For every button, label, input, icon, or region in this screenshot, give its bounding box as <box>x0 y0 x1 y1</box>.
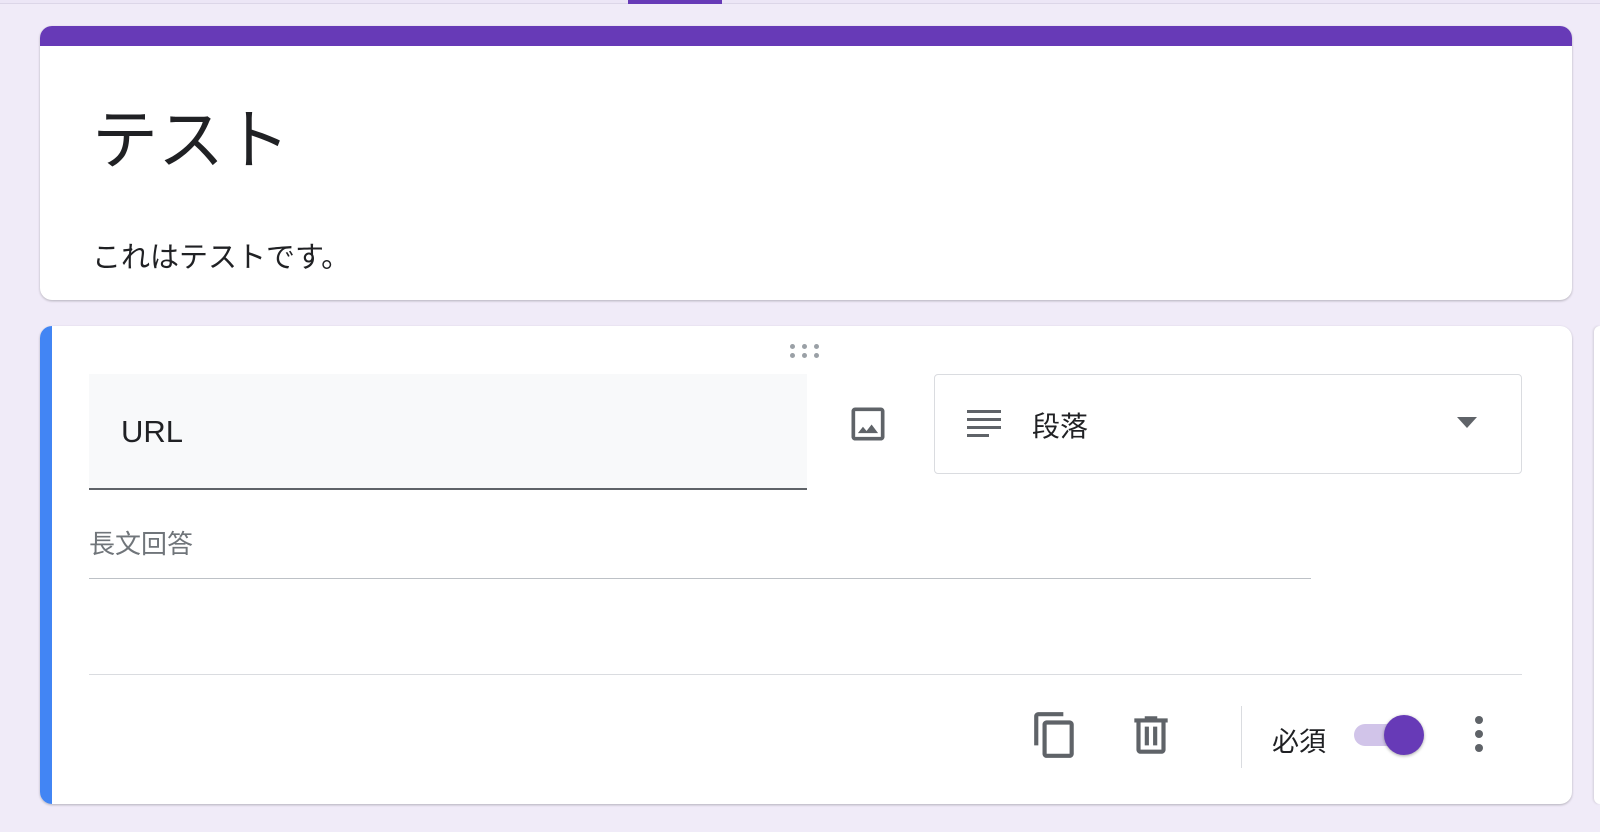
question-type-label: 段落 <box>1032 410 1089 443</box>
form-description[interactable]: これはテストです。 <box>92 234 350 276</box>
toggle-thumb <box>1384 715 1424 755</box>
trash-icon <box>1126 710 1176 760</box>
form-title[interactable]: テスト <box>92 108 290 174</box>
adjacent-toolbar-edge <box>1594 326 1600 804</box>
required-toggle[interactable] <box>1352 710 1432 760</box>
question-type-dropdown[interactable]: 段落 <box>934 374 1522 474</box>
more-options-button[interactable] <box>1464 710 1494 760</box>
long-answer-placeholder: 長文回答 <box>89 530 194 560</box>
theme-accent-bar <box>40 26 1572 46</box>
top-divider <box>0 0 1600 4</box>
question-card[interactable]: 段落 長文回答 必須 <box>40 326 1572 804</box>
footer-vertical-divider <box>1241 706 1242 768</box>
active-tab-indicator <box>628 0 722 4</box>
delete-question-button[interactable] <box>1126 710 1176 760</box>
answer-underline <box>89 578 1311 579</box>
more-vertical-icon <box>1475 716 1483 724</box>
form-header-card[interactable]: テスト これはテストです。 <box>40 26 1572 300</box>
more-vertical-icon-dot <box>1475 730 1483 738</box>
copy-icon <box>1030 710 1080 760</box>
add-image-button[interactable] <box>846 402 890 446</box>
duplicate-question-button[interactable] <box>1030 710 1080 760</box>
drag-handle-icon[interactable] <box>790 342 822 358</box>
required-label: 必須 <box>1272 727 1326 758</box>
dropdown-arrow-icon <box>1457 417 1477 429</box>
question-title-input[interactable] <box>121 410 761 454</box>
question-title-field[interactable] <box>89 374 807 490</box>
more-vertical-icon-dot <box>1475 744 1483 752</box>
focus-indicator-bar <box>40 326 52 804</box>
paragraph-lines-icon <box>967 408 1001 438</box>
footer-divider <box>89 674 1522 675</box>
image-icon <box>846 402 890 446</box>
